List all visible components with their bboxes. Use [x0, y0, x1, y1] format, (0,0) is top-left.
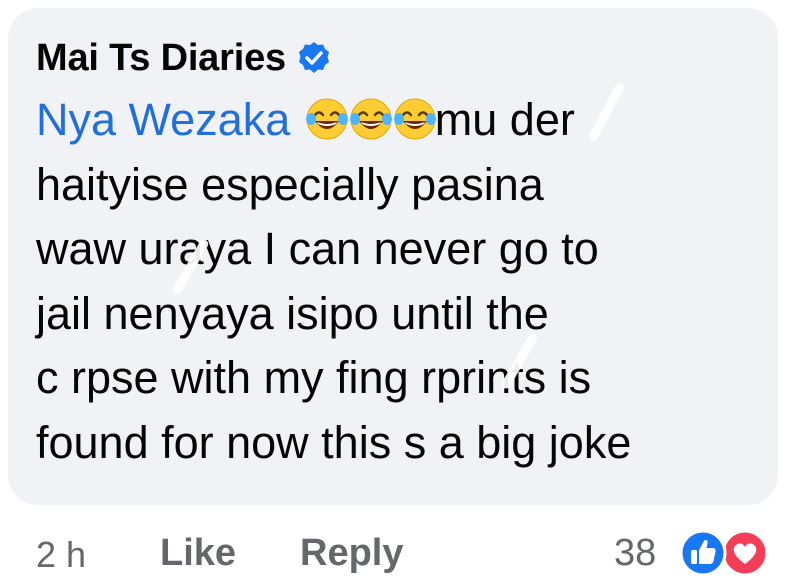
tears-of-joy-emoji-icon — [393, 98, 436, 140]
comment-text-segment: mu der — [434, 94, 575, 145]
reaction-count[interactable]: 38 — [614, 532, 656, 575]
comment-footer: 2 h Like Reply 38 — [36, 520, 776, 580]
timestamp[interactable]: 2 h — [36, 534, 86, 576]
like-button[interactable]: Like — [160, 532, 236, 575]
author-row: Mai Ts Diaries — [36, 30, 758, 86]
thumbs-up-reaction-icon[interactable] — [678, 528, 728, 578]
comment-line-6: found for now this s a big joke — [36, 416, 632, 468]
comment-line-1: Nya Wezaka mu der — [36, 88, 758, 153]
comment-line-2: haityise especially pasina — [36, 158, 544, 210]
author-name[interactable]: Mai Ts Diaries — [36, 37, 286, 80]
comment-line-3: waw uraya I can never go to — [36, 223, 599, 274]
mention-link[interactable]: Nya Wezaka — [36, 94, 290, 145]
comment-body: Nya Wezaka mu der haityise especially pa… — [36, 88, 758, 475]
verified-badge-icon — [298, 42, 329, 73]
comment-bubble: Mai Ts Diaries Nya Wezaka mu der haityis… — [8, 8, 778, 505]
tears-of-joy-emoji-icon — [349, 98, 392, 140]
tears-of-joy-emoji-icon — [305, 98, 348, 140]
comment-screenshot: Mai Ts Diaries Nya Wezaka mu der haityis… — [0, 0, 798, 583]
comment-line-5: c rpse with my fing rprints is — [36, 352, 592, 403]
comment-line-4: jail nenyaya isipo until the — [36, 287, 549, 339]
reply-button[interactable]: Reply — [300, 532, 403, 575]
